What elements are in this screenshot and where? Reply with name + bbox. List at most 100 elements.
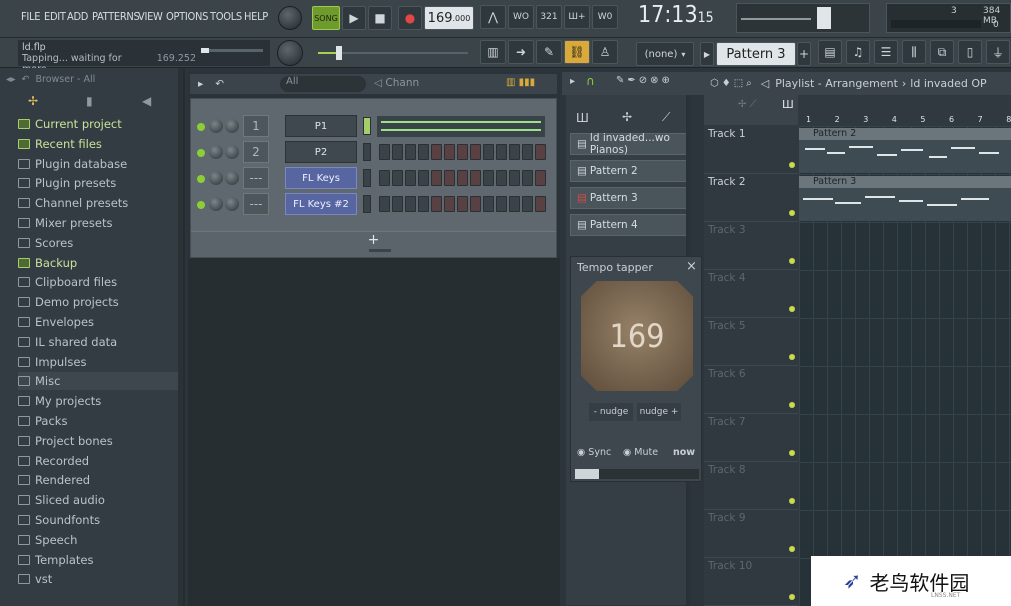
step-button[interactable] (457, 196, 468, 212)
rack-options-icon[interactable]: ▸ (198, 78, 203, 90)
volume-knob[interactable] (225, 145, 239, 159)
step-button[interactable] (457, 170, 468, 186)
volume-knob[interactable] (225, 197, 239, 211)
channel-rack-window-button[interactable]: ☰ (874, 40, 898, 64)
browser-item[interactable]: Mixer presets (18, 214, 112, 232)
magnet-icon[interactable]: ∩ (586, 74, 595, 88)
browser-item[interactable]: IL shared data (18, 333, 117, 351)
track-header[interactable]: Track 3 (704, 222, 798, 270)
track-header[interactable]: Track 7 (704, 414, 798, 462)
channel-select[interactable] (363, 169, 371, 187)
step-button[interactable] (444, 144, 455, 160)
step-button[interactable] (522, 144, 533, 160)
stop-button[interactable]: ■ (368, 6, 392, 30)
step-button[interactable] (535, 170, 546, 186)
menu-item-0[interactable]: FILE (21, 10, 40, 23)
master-slider-handle[interactable] (336, 46, 342, 60)
browser-item[interactable]: Impulses (18, 353, 86, 371)
step-button[interactable] (392, 170, 403, 186)
step-button[interactable] (483, 196, 494, 212)
browser-item[interactable]: Speech (18, 531, 77, 549)
channel-led[interactable] (197, 123, 205, 131)
browser-item[interactable]: Rendered (18, 471, 90, 489)
tempo-display[interactable]: 169.000 (424, 6, 474, 30)
channel-select[interactable] (363, 195, 371, 213)
browser-item[interactable]: Plugin database (18, 155, 127, 173)
browser-window-button[interactable]: ▯ (958, 40, 982, 64)
tempo-tapper-close-button[interactable]: × (686, 259, 697, 274)
channel-led[interactable] (197, 149, 205, 157)
picker-automation-icon[interactable]: ⟋ (662, 110, 670, 125)
browser-item[interactable]: Backup (18, 254, 77, 272)
browser-star-icon[interactable]: ✢ (28, 94, 38, 108)
track-mute-led[interactable] (789, 498, 795, 504)
mixer-track-number[interactable]: --- (243, 193, 269, 215)
brush-button[interactable]: ✎ (536, 40, 562, 64)
browser-file-icon[interactable]: ▮ (86, 94, 93, 108)
wait-for-input-button[interactable]: WO (508, 5, 534, 29)
mixer-track-number[interactable]: --- (243, 167, 269, 189)
track-header[interactable]: Track 4 (704, 270, 798, 318)
menu-item-3[interactable]: PATTERNS (92, 10, 140, 23)
step-button[interactable] (418, 196, 429, 212)
channel-name-button[interactable]: P2 (285, 141, 357, 163)
browser-item[interactable]: Sliced audio (18, 491, 105, 509)
step-button[interactable] (405, 196, 416, 212)
menu-item-6[interactable]: TOOLS (210, 10, 242, 23)
menu-item-2[interactable]: ADD (67, 10, 88, 23)
step-button[interactable] (496, 144, 507, 160)
pattern-add-button[interactable]: + (797, 42, 811, 66)
snap-select[interactable]: (none) ▾ (636, 42, 694, 66)
step-button[interactable] (418, 170, 429, 186)
browser-item[interactable]: Misc (18, 372, 178, 391)
channel-select[interactable] (363, 143, 371, 161)
browser-speaker-icon[interactable]: ◀ (142, 94, 151, 108)
pan-knob[interactable] (209, 145, 223, 159)
tap-pad[interactable]: 169 (581, 281, 693, 391)
playlist-window-button[interactable]: ▤ (818, 40, 842, 64)
nudge-plus-button[interactable]: nudge + (637, 403, 681, 421)
step-button[interactable] (379, 170, 390, 186)
piano-keys-button[interactable]: ▥ (480, 40, 506, 64)
pattern-select[interactable]: Pattern 3 (716, 42, 796, 66)
browser-item[interactable]: Soundfonts (18, 511, 100, 529)
browser-item[interactable]: vst (18, 570, 52, 588)
stamp-button[interactable]: ♙ (592, 40, 618, 64)
step-button[interactable] (470, 144, 481, 160)
channel-name-button[interactable]: FL Keys (285, 167, 357, 189)
pan-knob[interactable] (209, 119, 223, 133)
channel-select[interactable] (363, 117, 371, 135)
step-button[interactable] (444, 170, 455, 186)
browser-item[interactable]: Plugin presets (18, 174, 116, 192)
step-button[interactable] (535, 144, 546, 160)
step-button[interactable] (392, 144, 403, 160)
volume-knob[interactable] (225, 171, 239, 185)
loop-record-button[interactable]: W0 (592, 5, 618, 29)
step-button[interactable] (470, 170, 481, 186)
browser-item[interactable]: Project bones (18, 432, 113, 450)
rack-filter-select[interactable]: All (280, 76, 366, 92)
clip-pattern-3[interactable]: Pattern 3 (799, 176, 1011, 221)
mixer-track-number[interactable]: 2 (243, 141, 269, 163)
browser-item[interactable]: Scores (18, 234, 73, 252)
song-mode-toggle[interactable]: SONG (312, 6, 340, 30)
tempo-slider-handle[interactable] (575, 469, 599, 479)
step-button[interactable] (457, 144, 468, 160)
step-button[interactable] (431, 196, 442, 212)
track-mute-led[interactable] (789, 306, 795, 312)
rack-graph-icon[interactable]: ▥ ▮▮▮ (506, 77, 535, 88)
playlist-grid[interactable]: Pattern 2 Pattern 3 (799, 126, 1011, 606)
step-button[interactable] (470, 196, 481, 212)
now-button[interactable]: now (673, 447, 695, 458)
plugin-tool-button[interactable]: ⏚ (986, 40, 1010, 64)
browser-item[interactable]: Packs (18, 412, 67, 430)
mute-toggle[interactable]: ◉ Mute (623, 447, 658, 458)
playlist-piano-icon[interactable]: Ш (782, 98, 794, 111)
browser-item[interactable]: Recorded (18, 452, 89, 470)
mixer-track-number[interactable]: 1 (243, 115, 269, 137)
browser-item[interactable]: Clipboard files (18, 273, 117, 291)
countdown-button[interactable]: 321 (536, 5, 562, 29)
menu-item-7[interactable]: HELP (244, 10, 268, 23)
step-button[interactable] (496, 196, 507, 212)
master-pitch-knob[interactable] (277, 40, 303, 66)
